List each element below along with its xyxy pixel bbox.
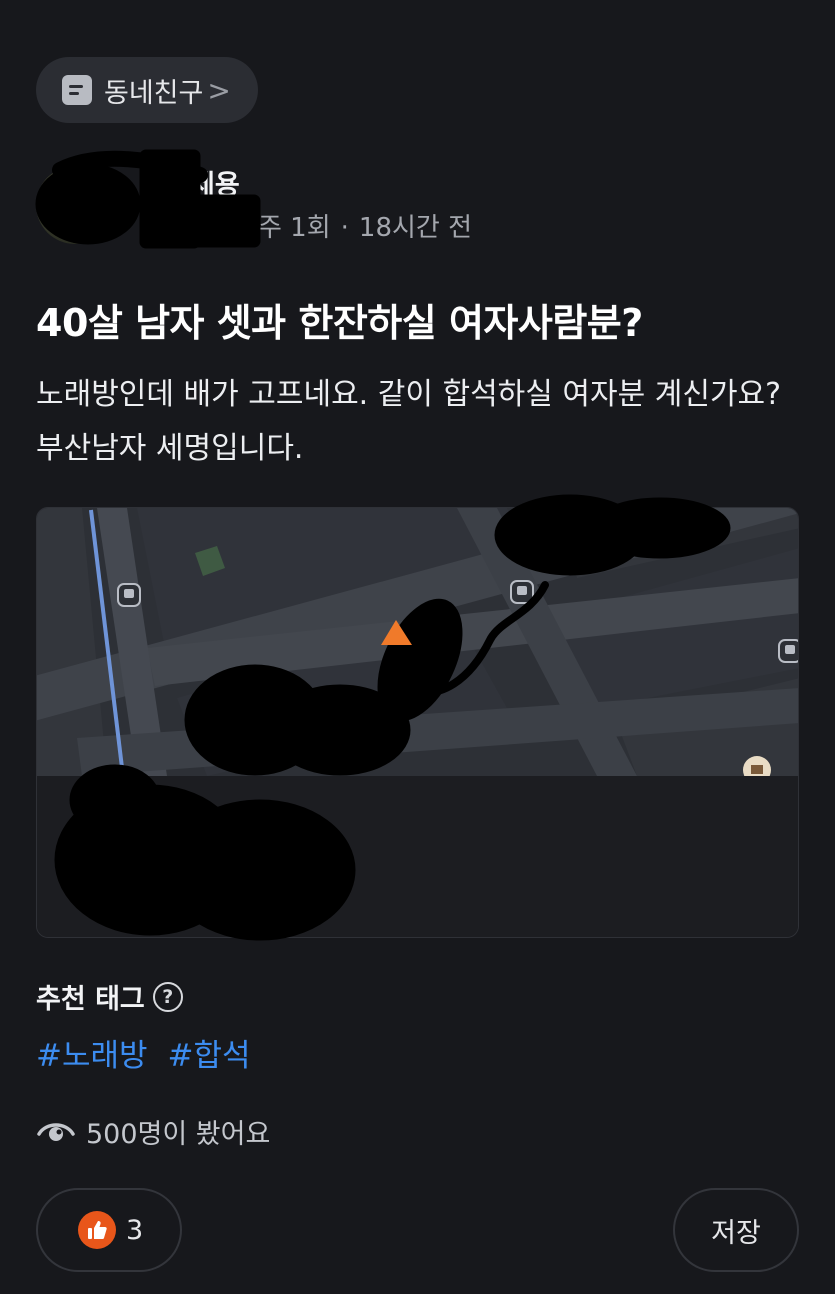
save-button[interactable]: 저장 xyxy=(673,1188,799,1272)
author-avatar[interactable] xyxy=(36,166,114,244)
view-count: 500명이 봤어요 xyxy=(36,1112,270,1151)
category-chip[interactable]: 동네친구 > xyxy=(36,57,258,123)
tag-item[interactable]: #노래방 xyxy=(36,1030,148,1075)
author-meta: 주 1회 · 18시간 전 xyxy=(258,207,472,244)
board-icon xyxy=(62,75,92,105)
bus-stop-icon[interactable] xyxy=(117,583,141,607)
help-icon[interactable]: ? xyxy=(152,981,183,1012)
meta-separator: · xyxy=(340,213,349,243)
author-name[interactable]: 세용 xyxy=(190,163,240,202)
like-count: 3 xyxy=(126,1214,144,1246)
map-card[interactable] xyxy=(36,507,799,938)
bus-stop-icon[interactable] xyxy=(510,580,534,604)
map-footer xyxy=(37,776,798,937)
thumbs-up-icon xyxy=(78,1211,116,1249)
author-activity: 주 1회 xyxy=(258,213,331,243)
bus-stop-icon[interactable] xyxy=(778,639,799,663)
tag-list: #노래방 #합석 xyxy=(36,1030,251,1075)
chevron-right-icon: > xyxy=(207,73,231,107)
view-count-text: 500명이 봤어요 xyxy=(86,1119,271,1150)
category-label: 동네친구 xyxy=(104,77,204,109)
post-time: 18시간 전 xyxy=(358,213,473,243)
post-body: 노래방인데 배가 고프네요. 같이 합석하실 여자분 계신가요? 부산남자 세명… xyxy=(36,377,782,466)
like-button[interactable]: 3 xyxy=(36,1188,182,1272)
post-title: 40살 남자 셋과 한잔하실 여자사람분? xyxy=(36,301,643,345)
map-view[interactable] xyxy=(37,508,799,776)
tag-item[interactable]: #합석 xyxy=(168,1030,251,1075)
post-detail-page: 동네친구 > 세용 주 1회 · 18시간 전 40살 남자 셋과 한잔하실 여자사… xyxy=(0,0,835,1294)
tags-title: 추천 태그 xyxy=(36,984,145,1015)
eye-icon xyxy=(37,1122,75,1141)
recommended-tags-header: 추천 태그 ? xyxy=(36,977,183,1016)
